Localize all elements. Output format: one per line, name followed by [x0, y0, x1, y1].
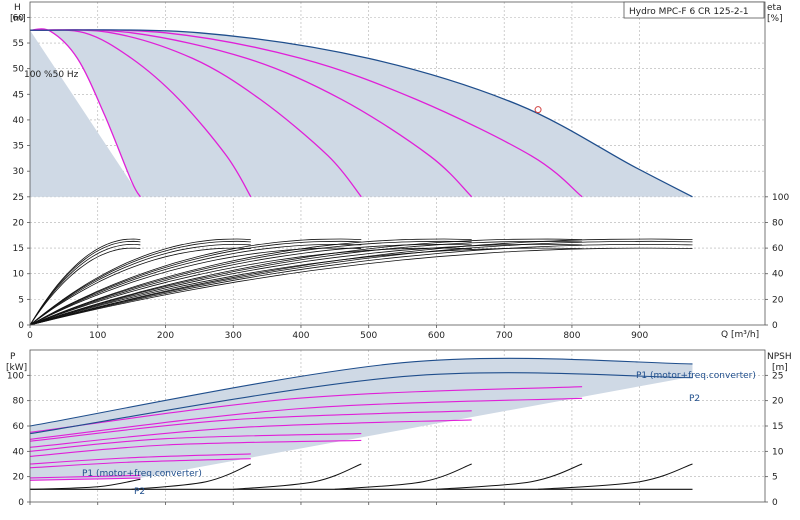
top-y-right-label: eta — [767, 3, 782, 13]
speed-label: 100 %50 Hz — [24, 70, 79, 80]
p2-label-max: P2 — [689, 394, 700, 404]
top-y-left-label: H — [14, 3, 21, 13]
bot-y-right-tick-label: 0 — [772, 498, 778, 508]
bot-y-right-unit: [m] — [772, 363, 788, 373]
x-tick-label: 600 — [428, 331, 445, 341]
top-y-right-unit: [%] — [767, 14, 783, 24]
x-tick-label: 0 — [27, 331, 33, 341]
qh-chart: 0 100 200 300 400 500 600 700 800 900051015202530… — [13, 1, 789, 341]
p2-label-min: P2 — [134, 487, 145, 497]
bot-y-right-tick-label: 15 — [772, 422, 783, 432]
duty-point-marker — [534, 106, 542, 114]
x-tick-label: 800 — [563, 331, 580, 341]
p1-label-min: P1 (motor+freq.converter) — [82, 469, 202, 479]
top-y-left-unit: [m] — [10, 14, 26, 24]
x-axis-label: Q [m³/h] — [721, 330, 759, 340]
top-y-left-tick-label: 35 — [13, 142, 24, 152]
bot-y-left-label: P — [10, 352, 16, 362]
x-tick-label: 300 — [225, 331, 242, 341]
bot-y-left-tick-label: 60 — [13, 422, 25, 432]
bot-y-right-label: NPSH — [767, 352, 792, 362]
top-y-left-tick-label: 10 — [13, 270, 25, 280]
pump-performance-chart: 0 100 200 300 400 500 600 700 800 900051015202530… — [6, 1, 792, 508]
top-y-left-tick-label: 0 — [18, 321, 24, 331]
x-tick-label: 200 — [157, 331, 174, 341]
top-y-left-tick-label: 15 — [13, 244, 24, 254]
top-y-right-tick-label: 80 — [772, 218, 784, 228]
bot-y-left-tick-label: 20 — [13, 473, 25, 483]
product-label: Hydro MPC-F 6 CR 125-2-1 — [629, 7, 749, 17]
p1-label-max: P1 (motor+freq.converter) — [636, 371, 756, 381]
x-tick-label: 700 — [496, 331, 513, 341]
top-y-right-tick-label: 20 — [772, 295, 784, 305]
x-tick-label: 400 — [292, 331, 309, 341]
top-y-right-tick-label: 60 — [772, 244, 784, 254]
bot-y-left-tick-label: 40 — [13, 447, 25, 457]
top-y-left-tick-label: 50 — [13, 65, 25, 75]
x-tick-label: 900 — [631, 331, 648, 341]
x-tick-label: 100 — [89, 331, 106, 341]
bot-y-right-tick-label: 20 — [772, 397, 784, 407]
bot-y-right-tick-label: 5 — [772, 473, 778, 483]
top-y-left-tick-label: 20 — [13, 218, 25, 228]
bot-y-right-tick-label: 10 — [772, 447, 784, 457]
bot-y-left-tick-label: 80 — [13, 397, 25, 407]
bot-y-left-tick-label: 0 — [18, 498, 24, 508]
x-tick-label: 500 — [360, 331, 377, 341]
top-y-left-tick-label: 55 — [13, 39, 24, 49]
top-y-right-tick-label: 40 — [772, 270, 784, 280]
top-y-left-tick-label: 25 — [13, 193, 24, 203]
top-y-right-tick-label: 100 — [772, 193, 789, 203]
top-y-left-tick-label: 5 — [18, 295, 24, 305]
top-y-right-tick-label: 0 — [772, 321, 778, 331]
bot-y-left-unit: [kW] — [6, 363, 27, 373]
top-y-left-tick-label: 45 — [13, 90, 24, 100]
top-y-left-tick-label: 30 — [13, 167, 25, 177]
top-y-left-tick-label: 40 — [13, 116, 25, 126]
